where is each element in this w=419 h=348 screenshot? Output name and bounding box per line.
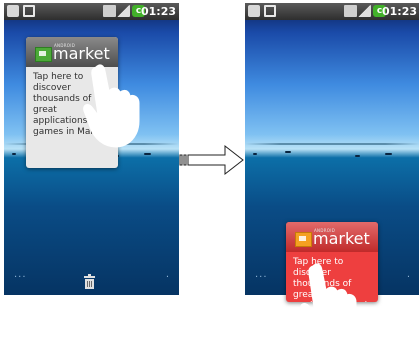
status-bar: c 01:23 xyxy=(245,3,419,20)
sd-card-icon xyxy=(23,5,35,17)
network-icon xyxy=(103,5,116,17)
rock xyxy=(385,153,392,155)
rock xyxy=(285,151,291,153)
left-phone-screen: c 01:23 ANDROID market Tap here to disco… xyxy=(4,3,179,295)
hand-pointer-icon xyxy=(83,64,140,148)
horizon xyxy=(245,143,419,145)
trash-icon[interactable] xyxy=(83,274,96,289)
arrow-right-icon xyxy=(179,144,244,176)
market-widget-header: ANDROID market xyxy=(286,222,378,252)
usb-icon xyxy=(248,5,260,17)
status-clock: 01:23 xyxy=(140,5,176,18)
status-bar: c 01:23 xyxy=(4,3,179,20)
market-widget-title: market xyxy=(313,229,370,248)
signal-icon xyxy=(358,5,371,17)
dock-right-dot[interactable]: · xyxy=(166,272,169,283)
dock-right-dot[interactable]: · xyxy=(407,272,410,283)
dock-left-dots[interactable]: ··· xyxy=(255,272,268,283)
market-logo-icon xyxy=(35,47,52,62)
usb-icon xyxy=(7,5,19,17)
status-clock: 01:23 xyxy=(381,5,417,18)
hand-pointer-icon xyxy=(300,263,357,347)
market-logo-icon xyxy=(295,232,312,247)
rock xyxy=(355,155,360,157)
rock xyxy=(144,153,151,155)
network-icon xyxy=(344,5,357,17)
rock xyxy=(12,153,16,155)
dock-left-dots[interactable]: ··· xyxy=(14,272,27,283)
rock xyxy=(253,153,257,155)
sd-card-icon xyxy=(264,5,276,17)
signal-icon xyxy=(117,5,130,17)
